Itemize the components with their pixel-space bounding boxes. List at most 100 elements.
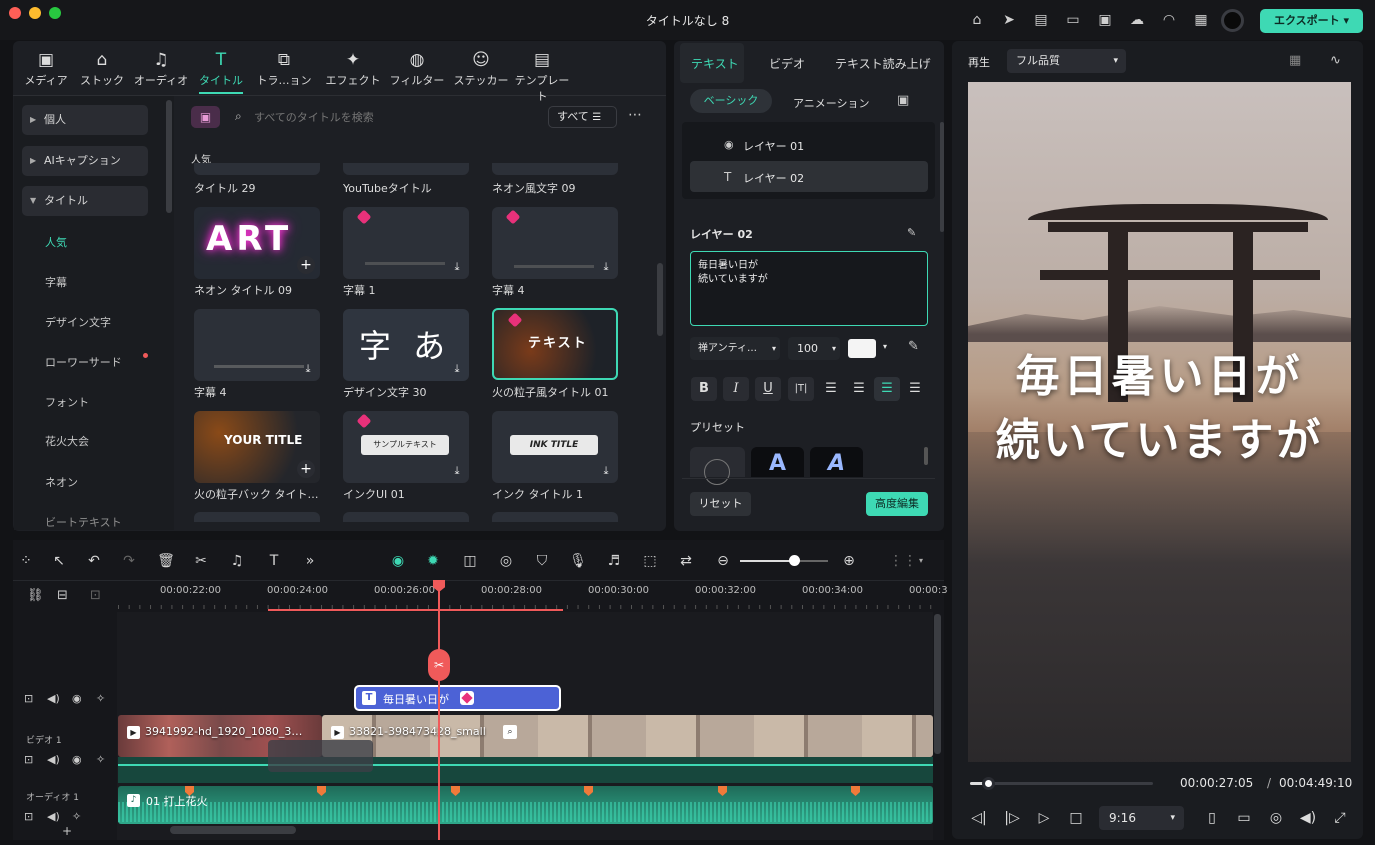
zoom-out-icon[interactable]: ⊖ — [712, 550, 734, 572]
download-icon[interactable]: ⤓ — [450, 260, 464, 274]
task-icon[interactable]: ▤ — [1031, 10, 1051, 30]
toolbar-stock-button[interactable]: ⌂ ストック — [72, 48, 132, 90]
title-card-subtitle4[interactable]: ⤓ — [492, 207, 618, 279]
scissors-icon[interactable]: ✂ — [190, 550, 212, 572]
quality-select[interactable]: フル品質 ▾ — [1007, 49, 1126, 73]
snapshot-icon[interactable]: ◎ — [1266, 810, 1286, 826]
toolbar-template-button[interactable]: ▤ テンプレート — [512, 48, 572, 103]
tab-video[interactable]: ビデオ — [769, 55, 805, 72]
eye-icon[interactable]: ◉ — [72, 753, 82, 766]
align-justify-icon[interactable]: ☰ — [902, 377, 928, 401]
video-clip-2[interactable]: ▶ 33821-398473428_small ⌕ — [322, 715, 933, 757]
speed-icon[interactable]: ◎ — [495, 550, 517, 572]
magic-icon[interactable]: ✧ — [96, 692, 105, 705]
video-preview[interactable]: 毎日暑い日が 続いていますが — [968, 82, 1351, 762]
sidebar-sub-lower-third[interactable]: ローワーサード — [45, 354, 122, 370]
sidebar-sub-neon[interactable]: ネオン — [45, 474, 78, 490]
add-icon[interactable]: + — [297, 256, 315, 274]
stop-icon[interactable]: □ — [1066, 810, 1086, 826]
video-audio-waveform[interactable] — [118, 757, 933, 783]
speaker-icon[interactable]: ◀) — [47, 810, 60, 823]
ai-title-icon[interactable]: ▣ — [191, 106, 220, 128]
play-icon[interactable]: ▷ — [1034, 810, 1054, 826]
apps-grid-icon[interactable]: ▦ — [1191, 10, 1211, 30]
title-clip[interactable]: T 毎日暑い日が — [354, 685, 561, 711]
title-card-subtitle4b[interactable]: ⤓ — [194, 309, 320, 381]
grid-view-icon[interactable]: ▦ — [1289, 53, 1301, 68]
tab-text[interactable]: テキスト — [691, 55, 739, 72]
undo-icon[interactable]: ↶ — [83, 550, 105, 572]
sidebar-sub-subtitle[interactable]: 字幕 — [45, 274, 67, 290]
title-card-ink-title[interactable]: INK TITLE ⤓ — [492, 411, 618, 483]
select-arrow-icon[interactable]: ↖ — [48, 550, 70, 572]
chevron-down-icon[interactable]: ▾ — [919, 556, 923, 565]
toolbar-music-button[interactable]: ♫ オーディオ — [131, 48, 191, 90]
sidebar-sub-fireworks[interactable]: 花火大会 — [45, 433, 89, 449]
download-icon[interactable]: ⤓ — [599, 464, 613, 478]
title-card-thumb[interactable] — [343, 512, 469, 522]
align-right-icon[interactable]: ☰ — [874, 377, 900, 401]
toolbar-sticker-button[interactable]: ☺ ステッカー — [451, 48, 511, 90]
layout-grid-icon[interactable]: ⁘ — [15, 550, 37, 572]
preset-a-italic[interactable]: A — [810, 447, 863, 477]
title-card-ink-ui[interactable]: サンプルテキスト ⤓ — [343, 411, 469, 483]
folder-lock-icon[interactable]: ⊡ — [24, 692, 33, 705]
toolbar-effect-button[interactable]: ✦ エフェクト — [323, 48, 383, 90]
text-tool-icon[interactable]: T — [263, 550, 285, 572]
send-icon[interactable]: ➤ — [999, 10, 1019, 30]
subtab-basic[interactable]: ベーシック — [690, 89, 772, 113]
download-icon[interactable]: ⤓ — [599, 260, 613, 274]
title-card-thumb[interactable] — [492, 163, 618, 175]
save-preset-icon[interactable]: ▣ — [897, 93, 909, 108]
toolbar-title-button[interactable]: T タイトル — [191, 48, 251, 90]
prev-frame-icon[interactable]: ◁| — [969, 810, 989, 826]
align-left-icon[interactable]: ☰ — [818, 377, 844, 401]
playhead-line[interactable] — [438, 582, 440, 840]
waveform-icon[interactable]: ∿ — [1330, 53, 1341, 68]
sidebar-scrollbar[interactable] — [166, 100, 172, 213]
microphone-icon[interactable]: 🎙 — [567, 550, 589, 572]
preset-scrollbar[interactable] — [924, 447, 928, 465]
maximize-window-button[interactable] — [49, 7, 61, 19]
italic-icon[interactable]: I — [723, 377, 749, 401]
sidebar-item-title[interactable]: ▼ タイトル — [22, 186, 148, 216]
timeline-v-scrollbar[interactable] — [934, 614, 941, 754]
speaker-icon[interactable]: ◀) — [47, 692, 60, 705]
range-marker[interactable] — [268, 609, 563, 611]
eye-icon[interactable]: ◉ — [72, 692, 82, 705]
avatar[interactable] — [1221, 9, 1244, 32]
more-options-icon[interactable]: ⋯ — [628, 107, 642, 123]
toolbar-transition-button[interactable]: ⧉ トラ…ョン — [254, 48, 314, 90]
search-input[interactable] — [254, 108, 524, 126]
title-card-fire-particles[interactable]: テキスト — [492, 308, 618, 380]
preview-progress-handle[interactable] — [982, 777, 995, 790]
font-select[interactable]: 禅アンティ… ▾ — [690, 337, 780, 360]
replace-icon[interactable]: ⇄ — [675, 550, 697, 572]
save-icon[interactable]: ▣ — [1095, 10, 1115, 30]
shield-icon[interactable]: ⛉ — [531, 550, 553, 572]
preview-progress-track[interactable] — [970, 782, 1153, 785]
add-icon[interactable]: + — [297, 460, 315, 478]
title-card-thumb[interactable] — [343, 163, 469, 175]
ai-face-icon[interactable]: ◉ — [387, 550, 409, 572]
library-scrollbar[interactable] — [657, 263, 663, 336]
layer-item[interactable]: レイヤー 01 — [743, 138, 804, 154]
camera-effect-icon[interactable]: ◫ — [459, 550, 481, 572]
panel-grip-icon[interactable]: ⋮⋮ — [889, 550, 917, 572]
link-icon[interactable]: ⛓ — [27, 588, 44, 603]
magic-icon[interactable]: ✧ — [96, 753, 105, 766]
inspector-scrollbar[interactable] — [940, 122, 944, 232]
title-card-fire-back[interactable]: YOUR TITLE + — [194, 411, 320, 483]
timeline-h-scrollbar[interactable] — [170, 826, 296, 834]
size-select[interactable]: 100 ▾ — [788, 337, 840, 360]
ai-pen-icon[interactable]: ✎ — [907, 226, 916, 239]
preset-a-blue[interactable]: A — [751, 447, 804, 477]
title-card-neon[interactable]: ART + — [194, 207, 320, 279]
chevron-down-icon[interactable]: ▾ — [883, 342, 887, 351]
title-card-thumb[interactable] — [492, 512, 618, 522]
preset-none[interactable] — [690, 447, 745, 485]
group-icon[interactable]: ⊟ — [57, 588, 68, 603]
layout-icon[interactable]: ▭ — [1063, 10, 1083, 30]
title-card-subtitle1[interactable]: ⤓ — [343, 207, 469, 279]
headset-icon[interactable]: ◠ — [1159, 10, 1179, 30]
